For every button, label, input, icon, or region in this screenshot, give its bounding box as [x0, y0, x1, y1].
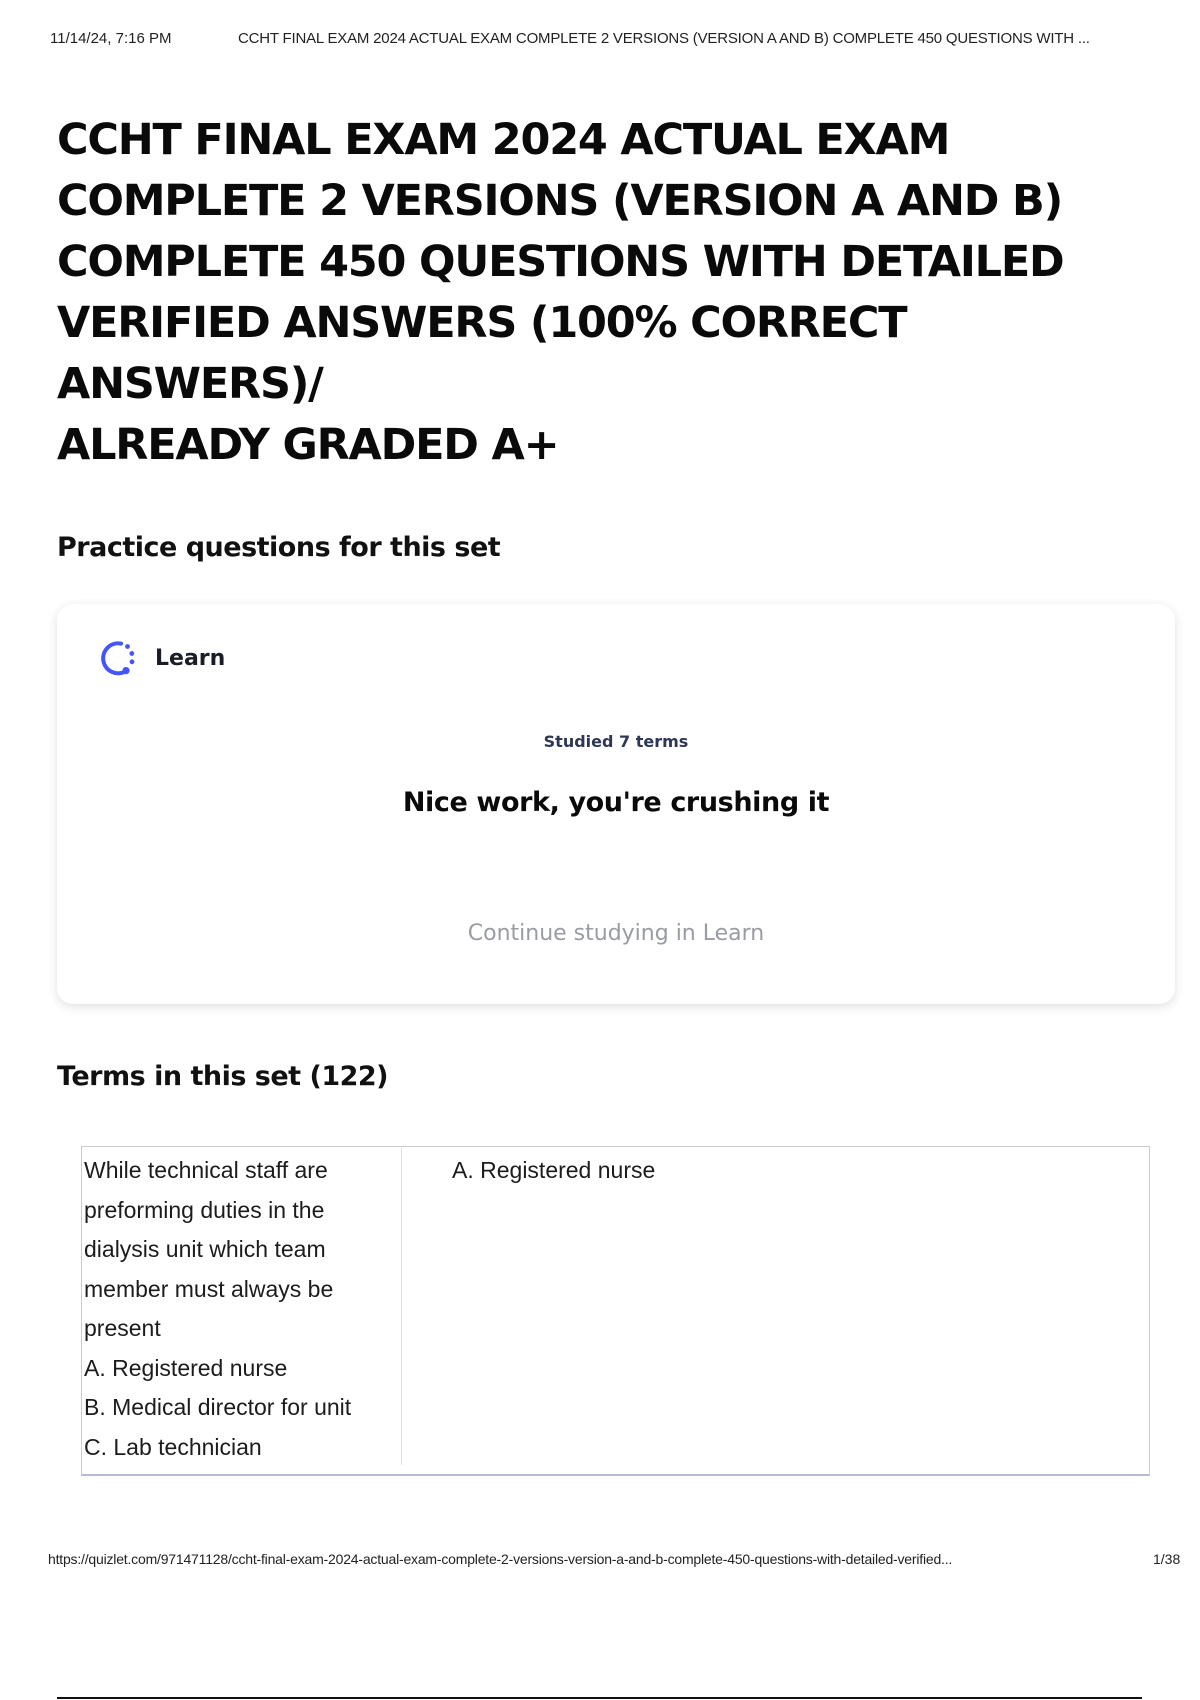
- learn-card: Learn Studied 7 terms Nice work, you're …: [57, 604, 1175, 1004]
- terms-heading: Terms in this set (122): [57, 1061, 389, 1092]
- page-title-line: COMPLETE 2 VERSIONS (VERSION A AND B): [57, 176, 1063, 226]
- bottom-divider: [57, 1697, 1142, 1699]
- print-date: 11/14/24, 7:16 PM: [50, 30, 172, 47]
- print-header: 11/14/24, 7:16 PM CCHT FINAL EXAM 2024 A…: [0, 28, 1200, 52]
- term-line: B. Medical director for unit: [84, 1394, 352, 1420]
- page-title-line: VERIFIED ANSWERS (100% CORRECT ANSWERS)/: [57, 298, 908, 409]
- print-url: https://quizlet.com/971471128/ccht-final…: [48, 1551, 953, 1567]
- term-line: member must always be: [84, 1275, 334, 1302]
- term-line: present: [84, 1315, 161, 1341]
- definition-text: A. Registered nurse: [452, 1157, 656, 1183]
- page-title: CCHT FINAL EXAM 2024 ACTUAL EXAM COMPLET…: [57, 110, 1177, 476]
- studied-count: Studied 7 terms: [543, 732, 689, 751]
- print-footer: https://quizlet.com/971471128/ccht-final…: [0, 1549, 1200, 1571]
- continue-learn-button[interactable]: Continue studying in Learn: [466, 910, 766, 956]
- learn-progress-icon: [101, 641, 135, 676]
- term-line: C. Lab technician: [84, 1433, 262, 1460]
- page-title-line: ALREADY GRADED A+: [57, 420, 560, 470]
- term-card: While technical staff are preforming dut…: [81, 1146, 1150, 1476]
- term-line: A. Registered nurse: [84, 1354, 288, 1381]
- page-title-line: CCHT FINAL EXAM 2024 ACTUAL EXAM: [57, 115, 950, 165]
- term-line: While technical staff are: [84, 1157, 328, 1183]
- term-line: preforming duties in the: [84, 1196, 325, 1223]
- page-title-line: COMPLETE 450 QUESTIONS WITH DETAILED: [57, 237, 1065, 287]
- learn-mode-link[interactable]: Learn: [95, 636, 225, 680]
- practice-heading: Practice questions for this set: [57, 532, 501, 563]
- document-page: 11/14/24, 7:16 PM CCHT FINAL EXAM 2024 A…: [0, 0, 1200, 1700]
- progress-message: Nice work, you're crushing it: [402, 787, 830, 818]
- learn-label: Learn: [155, 645, 226, 671]
- term-line: dialysis unit which team: [84, 1236, 326, 1262]
- print-doc-title: CCHT FINAL EXAM 2024 ACTUAL EXAM COMPLET…: [238, 30, 1090, 47]
- page-number: 1/38: [1153, 1551, 1181, 1567]
- term-text: While technical staff are preforming dut…: [82, 1147, 402, 1465]
